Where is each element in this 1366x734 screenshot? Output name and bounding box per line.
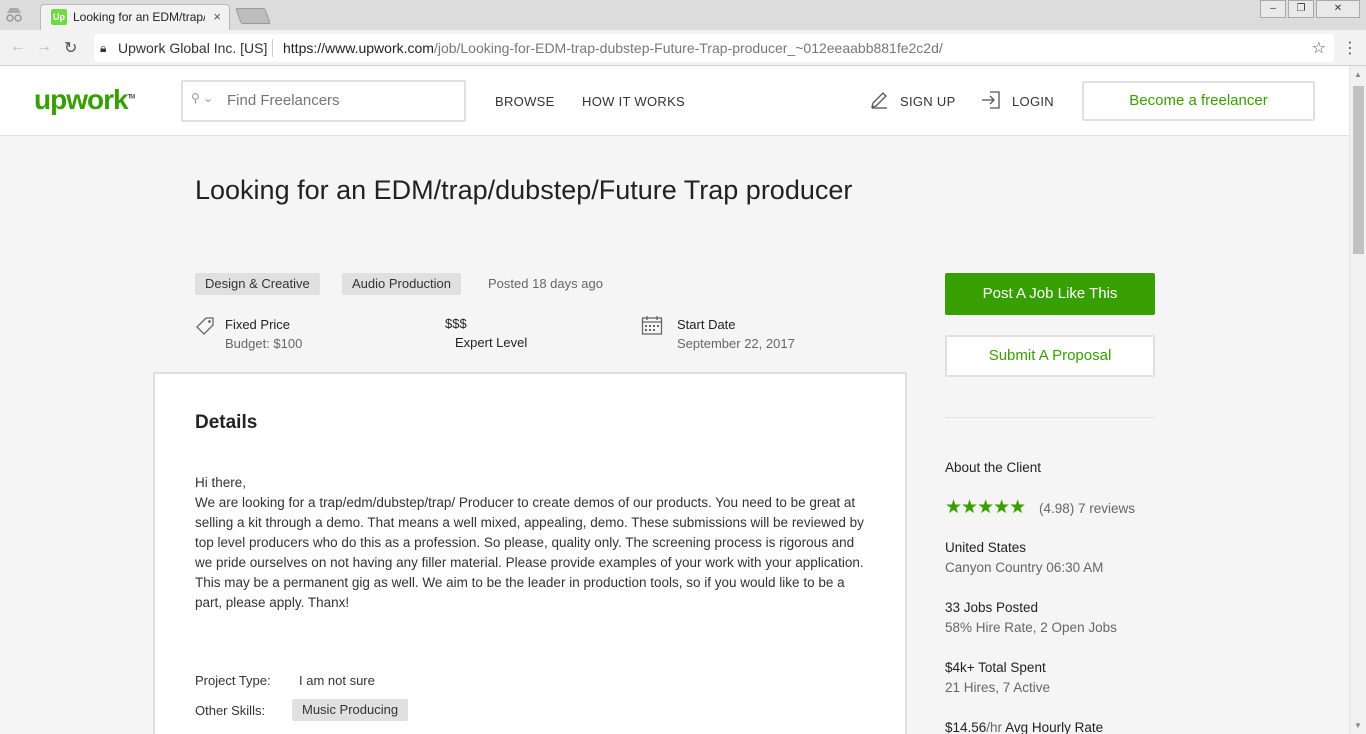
bookmark-star-icon[interactable]: ☆ — [1312, 38, 1326, 58]
client-jobs-posted: 33 Jobs Posted — [945, 600, 1039, 615]
tab-close-icon[interactable]: × — [213, 9, 221, 24]
forward-icon[interactable]: → — [36, 38, 52, 56]
url-text[interactable]: https://www.upwork.com/job/Looking-for-E… — [283, 40, 943, 56]
become-freelancer-button[interactable]: Become a freelancer — [1082, 81, 1315, 121]
browser-tabstrip: Up Looking for an EDM/trap/dubstep/Futur… — [0, 0, 1366, 30]
calendar-icon — [641, 315, 663, 340]
other-skills-label: Other Skills: — [195, 703, 266, 718]
site-identity[interactable]: Upwork Global Inc. [US] — [118, 40, 267, 56]
sign-up-link[interactable]: SIGN UP — [900, 94, 956, 109]
logo-trademark: TM — [127, 94, 136, 101]
incognito-icon — [4, 4, 28, 26]
project-type-label: Project Type: — [195, 673, 271, 688]
client-total-spent: $4k+ Total Spent — [945, 660, 1046, 675]
hourly-rate-label: Avg Hourly Rate — [1005, 720, 1104, 734]
scroll-up-icon[interactable]: ▲ — [1354, 70, 1362, 79]
scrollbar-thumb[interactable] — [1353, 86, 1364, 254]
reload-icon[interactable]: ↻ — [64, 38, 77, 58]
url-host: https://www.upwork.com — [283, 40, 434, 56]
price-tag-icon — [195, 316, 215, 341]
browser-toolbar: ← → ↻ 🔒︎ Upwork Global Inc. [US] https:/… — [0, 30, 1366, 66]
window-close-icon[interactable]: ✕ — [1316, 0, 1360, 18]
price-type: Fixed Price — [225, 317, 291, 332]
hourly-rate-unit: /hr — [986, 720, 1003, 734]
about-client-heading: About the Client — [945, 460, 1042, 475]
address-bar[interactable]: 🔒︎ Upwork Global Inc. [US] https://www.u… — [94, 34, 1334, 62]
job-title: Looking for an EDM/trap/dubstep/Future T… — [195, 175, 853, 205]
nav-how-it-works[interactable]: HOW IT WORKS — [582, 94, 685, 109]
client-hourly-rate: $14.56/hr Avg Hourly Rate — [945, 720, 1103, 734]
hourly-rate-value: $14.56 — [945, 720, 987, 734]
start-date-label: Start Date — [677, 317, 736, 332]
pencil-icon — [869, 90, 889, 115]
nav-browse[interactable]: BROWSE — [495, 94, 555, 109]
client-rating: (4.98) 7 reviews — [1039, 501, 1136, 516]
tab-title: Looking for an EDM/trap/dubstep/Future T… — [73, 10, 205, 24]
category-chip-audio[interactable]: Audio Production — [342, 273, 462, 295]
logo-text: upwork — [34, 84, 129, 115]
description-body: We are looking for a trap/edm/dubstep/tr… — [195, 495, 864, 610]
post-job-button[interactable]: Post A Job Like This — [945, 273, 1155, 315]
login-link[interactable]: LOGIN — [1012, 94, 1054, 109]
search-input[interactable] — [227, 92, 447, 109]
skill-chip[interactable]: Music Producing — [292, 699, 409, 721]
scroll-down-icon[interactable]: ▼ — [1354, 721, 1362, 730]
lock-icon: 🔒︎ — [100, 41, 107, 55]
upwork-favicon: Up — [51, 9, 67, 25]
page-scrollbar[interactable]: ▲ ▼ — [1349, 66, 1366, 734]
url-path: /job/Looking-for-EDM-trap-dubstep-Future… — [433, 40, 943, 56]
omnibox-separator — [272, 39, 273, 57]
level-symbol: $$$ — [445, 316, 467, 331]
minimize-icon[interactable]: – — [1260, 0, 1286, 18]
posted-date: Posted 18 days ago — [488, 276, 603, 291]
new-tab-button[interactable] — [235, 8, 271, 24]
browser-tab[interactable]: Up Looking for an EDM/trap/dubstep/Futur… — [40, 4, 230, 30]
project-type-value: I am not sure — [299, 673, 375, 688]
upwork-logo[interactable]: upworkTM — [34, 84, 136, 116]
restore-icon[interactable]: ❐ — [1288, 0, 1314, 18]
submit-proposal-button[interactable]: Submit A Proposal — [945, 335, 1155, 377]
budget: Budget: $100 — [225, 336, 303, 351]
description-greeting: Hi there, — [195, 475, 247, 490]
start-date: September 22, 2017 — [677, 336, 795, 351]
back-icon[interactable]: ← — [10, 38, 26, 56]
client-location-time: Canyon Country 06:30 AM — [945, 560, 1104, 575]
sidebar-divider — [945, 417, 1155, 418]
login-icon — [981, 90, 1001, 115]
rating-stars-icon: ★★★★★ — [945, 497, 1026, 518]
client-hire-rate: 58% Hire Rate, 2 Open Jobs — [945, 620, 1117, 635]
browser-menu-icon[interactable]: ⋮ — [1342, 38, 1358, 58]
details-heading: Details — [195, 412, 258, 433]
experience-level: Expert Level — [455, 335, 528, 350]
category-chip-design[interactable]: Design & Creative — [195, 273, 320, 295]
window-controls: – ❐ ✕ — [1258, 0, 1360, 20]
site-header: upworkTM ⚲ ⌄ BROWSE HOW IT WORKS SIGN UP… — [0, 66, 1349, 136]
job-description: Hi there, We are looking for a trap/edm/… — [195, 473, 867, 613]
client-hires: 21 Hires, 7 Active — [945, 680, 1051, 695]
client-country: United States — [945, 540, 1027, 555]
search-box[interactable]: ⚲ ⌄ — [181, 80, 466, 122]
search-icon[interactable]: ⚲ ⌄ — [191, 91, 213, 105]
